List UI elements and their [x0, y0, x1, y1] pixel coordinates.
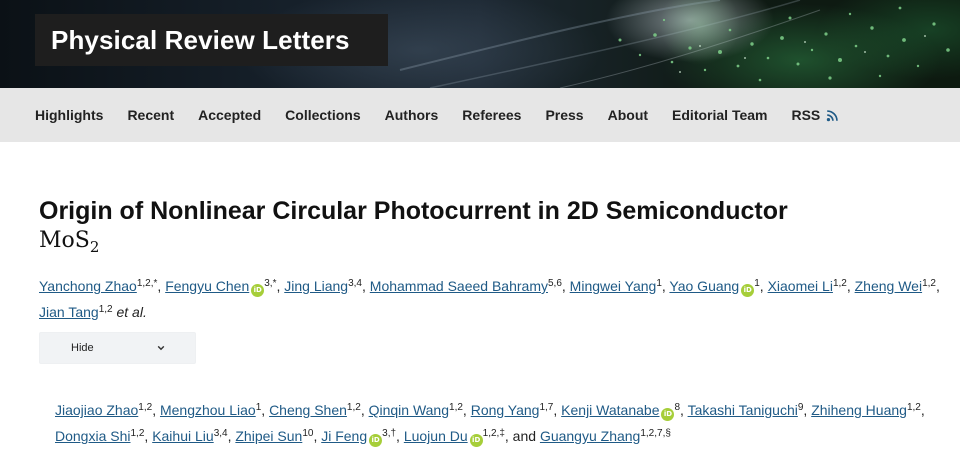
nav-highlights[interactable]: Highlights — [35, 107, 103, 123]
author-link[interactable]: Rong Yang — [471, 402, 540, 418]
author-separator: , — [360, 402, 369, 418]
affiliation-superscript: 3,4 — [348, 278, 362, 289]
author-link[interactable]: Mengzhou Liao — [160, 402, 256, 418]
nav-rss-label: RSS — [791, 107, 821, 123]
author-link[interactable]: Takashi Taniguchi — [688, 402, 798, 418]
et-al-label: et al. — [116, 304, 147, 320]
author-list-expanded: Jiaojiao Zhao1,2, Mengzhou Liao1, Cheng … — [55, 396, 955, 448]
nav-press[interactable]: Press — [545, 107, 583, 123]
author-link[interactable]: Cheng Shen — [269, 402, 347, 418]
article-title: Origin of Nonlinear Circular Photocurren… — [39, 197, 788, 225]
nav-editorial-team[interactable]: Editorial Team — [672, 107, 767, 123]
author-link[interactable]: Jing Liang — [284, 278, 348, 294]
author-separator: , — [561, 278, 570, 294]
affiliation-superscript: 1,2 — [449, 402, 463, 413]
journal-logo-box[interactable]: Physical Review Letters — [35, 14, 388, 66]
journal-title[interactable]: Physical Review Letters — [51, 25, 350, 56]
formula-base: MoS — [39, 228, 90, 253]
author-separator: , — [935, 278, 940, 294]
affiliation-superscript: 1,2,7,§ — [640, 428, 671, 439]
nav-recent[interactable]: Recent — [127, 107, 174, 123]
rss-icon — [827, 109, 839, 121]
affiliation-superscript: 1,2,‡ — [482, 428, 505, 439]
affiliation-superscript: 3,4 — [213, 428, 228, 439]
author-link[interactable]: Zheng Wei — [855, 278, 922, 294]
author-separator: , — [680, 402, 688, 418]
author-link[interactable]: Zhiheng Huang — [811, 402, 907, 418]
article-title-formula: MoS2 — [39, 228, 99, 256]
author-link[interactable]: Mohammad Saeed Bahramy — [370, 278, 548, 294]
author-link[interactable]: Jian Tang — [39, 304, 99, 320]
orcid-icon[interactable]: iD — [661, 408, 675, 421]
affiliation-superscript: 3,* — [264, 278, 277, 289]
affiliation-superscript: 1,2 — [346, 402, 361, 413]
author-link[interactable]: Guangyu Zhang — [540, 428, 640, 444]
orcid-icon[interactable]: iD — [741, 284, 755, 297]
hide-authors-button[interactable]: Hide — [39, 332, 196, 364]
author-separator: , — [846, 278, 855, 294]
author-separator: , — [362, 278, 370, 294]
author-link[interactable]: Yanchong Zhao — [39, 278, 137, 294]
main-nav: Highlights Recent Accepted Collections A… — [0, 88, 960, 142]
orcid-icon[interactable]: iD — [251, 284, 265, 297]
nav-accepted[interactable]: Accepted — [198, 107, 261, 123]
affiliation-superscript: 1,2,* — [136, 278, 158, 289]
journal-banner: Physical Review Letters — [0, 0, 960, 88]
author-separator: , — [553, 402, 562, 418]
nav-rss[interactable]: RSS — [791, 107, 839, 123]
author-link[interactable]: Qinqin Wang — [369, 402, 449, 418]
affiliation-superscript: 1,7 — [539, 402, 554, 413]
author-link[interactable]: Yao Guang — [669, 278, 739, 294]
author-link[interactable]: Dongxia Shi — [55, 428, 131, 444]
author-link[interactable]: Zhipei Sun — [235, 428, 302, 444]
author-separator: , and — [504, 428, 540, 444]
affiliation-superscript: 1,2 — [138, 402, 153, 413]
nav-collections[interactable]: Collections — [285, 107, 360, 123]
chevron-down-icon — [157, 345, 165, 351]
affiliation-superscript: 1,2 — [906, 402, 921, 413]
affiliation-superscript: 3,† — [382, 428, 397, 439]
author-separator: , — [759, 278, 768, 294]
author-link[interactable]: Xiaomei Li — [768, 278, 833, 294]
author-link[interactable]: Kaihui Liu — [152, 428, 214, 444]
author-separator: , — [396, 428, 404, 444]
author-link[interactable]: Mingwei Yang — [570, 278, 657, 294]
affiliation-superscript: 1,2 — [832, 278, 847, 289]
author-link[interactable]: Luojun Du — [404, 428, 468, 444]
affiliation-superscript: 1,2 — [130, 428, 145, 439]
orcid-icon[interactable]: iD — [369, 434, 383, 447]
nav-about[interactable]: About — [608, 107, 648, 123]
affiliation-superscript: 5,6 — [547, 278, 562, 289]
formula-subscript: 2 — [89, 238, 100, 256]
author-separator: , — [261, 402, 270, 418]
author-separator: , — [462, 402, 471, 418]
author-separator: , — [920, 402, 925, 418]
author-list: Yanchong Zhao1,2,*, Fengyu Chen iD3,*, Ji… — [39, 272, 954, 324]
orcid-icon[interactable]: iD — [469, 434, 483, 447]
author-link[interactable]: Ji Feng — [321, 428, 367, 444]
nav-referees[interactable]: Referees — [462, 107, 521, 123]
affiliation-superscript: 1,2 — [98, 304, 113, 315]
affiliation-superscript: 1,2 — [922, 278, 936, 289]
author-link[interactable]: Jiaojiao Zhao — [55, 402, 138, 418]
affiliation-superscript: 10 — [302, 428, 314, 439]
nav-authors[interactable]: Authors — [385, 107, 439, 123]
author-link[interactable]: Fengyu Chen — [165, 278, 249, 294]
hide-label: Hide — [71, 342, 94, 354]
author-separator: , — [152, 402, 160, 418]
author-link[interactable]: Kenji Watanabe — [561, 402, 659, 418]
